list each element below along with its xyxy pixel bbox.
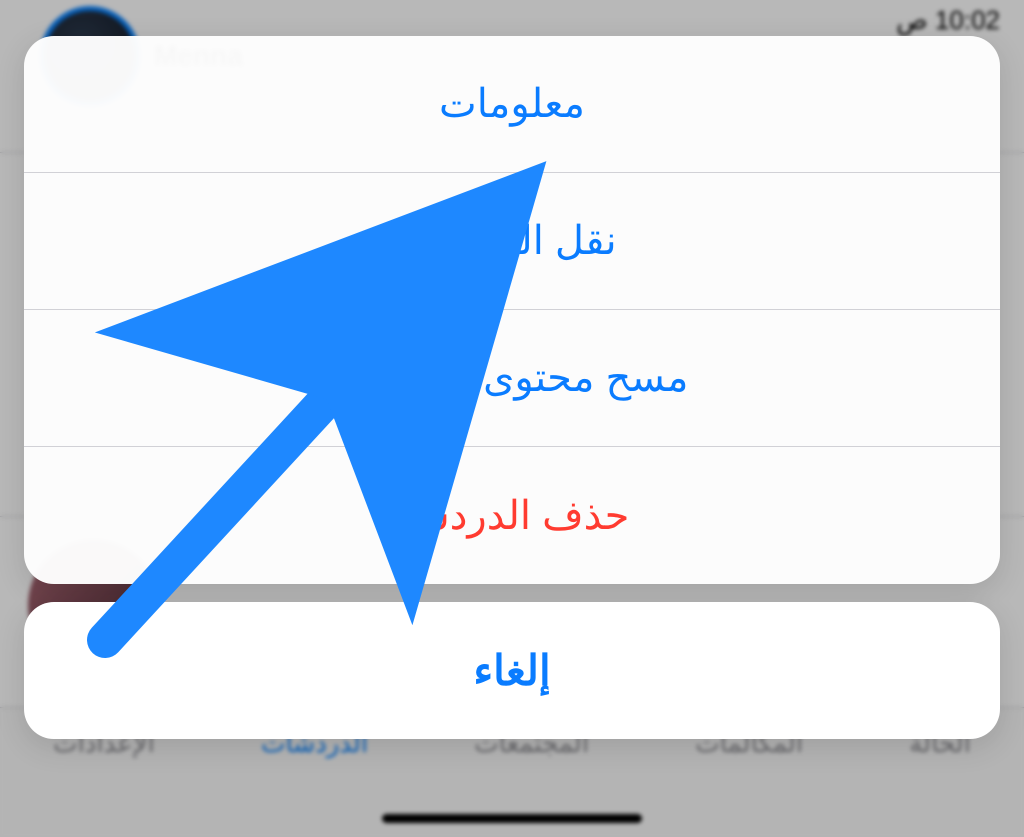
action-label: حذف الدردشة [395, 493, 630, 539]
cancel-sheet: إلغاء [24, 602, 1000, 739]
export-chat-button[interactable]: نقل الدردشة [24, 173, 1000, 310]
delete-chat-button[interactable]: حذف الدردشة [24, 447, 1000, 584]
action-label: معلومات [439, 81, 585, 127]
action-label: نقل الدردشة [407, 218, 616, 264]
action-sheet: معلومات نقل الدردشة مسح محتوى الدردشة حذ… [24, 36, 1000, 739]
info-button[interactable]: معلومات [24, 36, 1000, 173]
cancel-button[interactable]: إلغاء [24, 602, 1000, 739]
cancel-label: إلغاء [473, 646, 550, 695]
clear-chat-button[interactable]: مسح محتوى الدردشة [24, 310, 1000, 447]
action-label: مسح محتوى الدردشة [336, 355, 689, 401]
action-sheet-options: معلومات نقل الدردشة مسح محتوى الدردشة حذ… [24, 36, 1000, 584]
